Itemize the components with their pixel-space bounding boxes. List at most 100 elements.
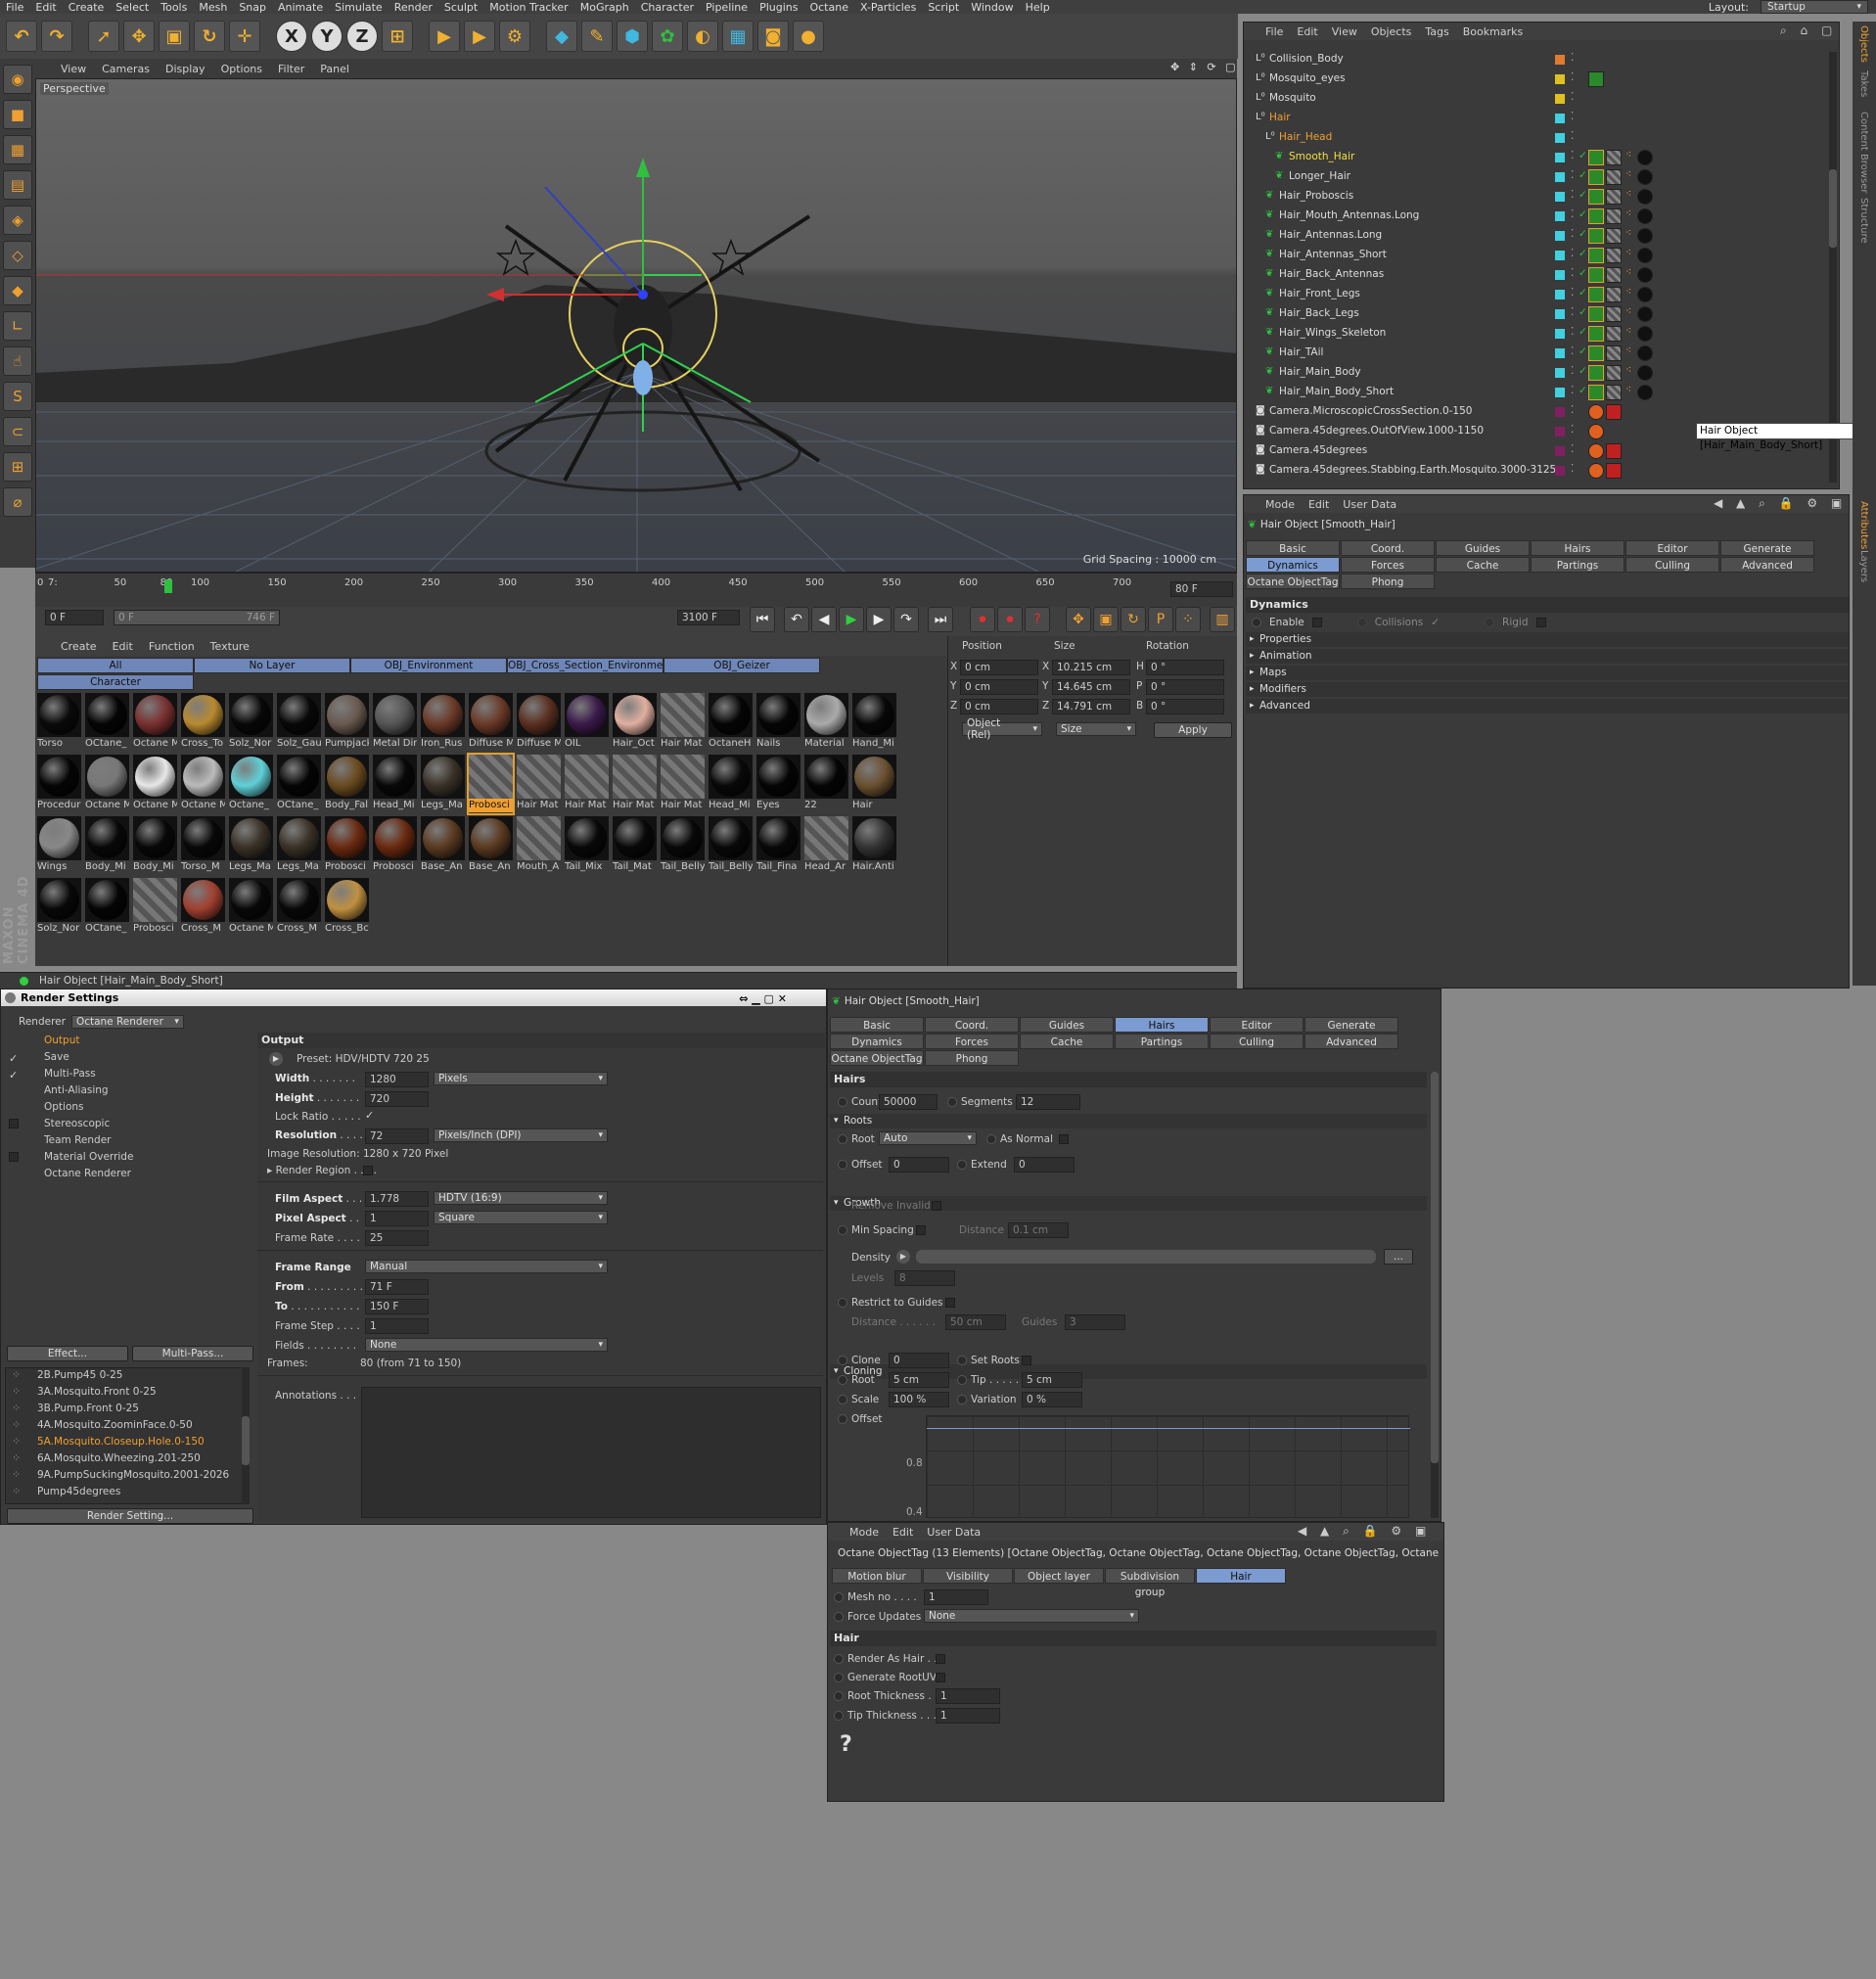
segments-radio[interactable]	[947, 1097, 957, 1107]
x-axis-icon[interactable]: X	[276, 21, 307, 52]
group-properties[interactable]: Properties	[1246, 632, 1849, 647]
material-swatch[interactable]: Octane M	[229, 878, 273, 937]
floor-icon[interactable]: ▦	[722, 21, 754, 52]
key-pla-icon[interactable]: ⁘	[1175, 607, 1201, 632]
root-dropdown[interactable]: Auto	[879, 1131, 977, 1145]
hair-guides-tag-icon[interactable]: ⁖	[1625, 286, 1631, 298]
restrict-checkbox[interactable]	[945, 1298, 955, 1308]
coord-size-dropdown[interactable]: Size	[1056, 722, 1136, 736]
variation-input[interactable]: 0 %	[1022, 1392, 1082, 1407]
hair-material-tag-icon[interactable]	[1606, 150, 1622, 165]
enabled-check-icon[interactable]: ✓	[1579, 385, 1587, 396]
material-swatch[interactable]: Probosci	[467, 753, 515, 815]
tip-thickness-input[interactable]: 1	[936, 1708, 1000, 1724]
material-swatch[interactable]: Head_Mi	[373, 755, 417, 813]
offset2-radio[interactable]	[838, 1414, 847, 1424]
attributes-menu-edit[interactable]: Edit	[1308, 498, 1329, 511]
object-row-hair-mouth-antennas-long[interactable]: ❦ Hair_Mouth_Antennas.Long ⁚ ✓ ⁖	[1244, 207, 1831, 225]
root-thickness-radio[interactable]	[834, 1691, 844, 1701]
menu-plugins[interactable]: Plugins	[754, 1, 803, 14]
material-swatch[interactable]: Probosci	[325, 816, 369, 875]
enabled-check-icon[interactable]: ✓	[1579, 208, 1587, 220]
hair-material-tag-icon[interactable]	[1606, 169, 1622, 185]
hair-guides-tag-icon[interactable]: ⁖	[1625, 188, 1631, 200]
material-menu-edit[interactable]: Edit	[113, 640, 133, 653]
viewport-menu-panel[interactable]: Panel	[320, 63, 349, 75]
object-menu-tags[interactable]: Tags	[1425, 25, 1448, 38]
octane-tag-icon[interactable]	[1588, 189, 1604, 205]
hair-material-tag-icon[interactable]	[1606, 189, 1622, 205]
scheme-icon[interactable]: ▥	[1210, 607, 1235, 632]
lock-workplane-icon[interactable]: ⊞	[3, 452, 32, 482]
offset-radio[interactable]	[838, 1160, 847, 1170]
visibility-dots-icon[interactable]: ⁚	[1571, 91, 1574, 103]
collisions-radio[interactable]	[1356, 618, 1367, 627]
segments-input[interactable]: 12	[1016, 1094, 1080, 1110]
go-to-start-icon[interactable]: ⏮	[750, 607, 775, 632]
group-advanced[interactable]: Advanced	[1246, 699, 1849, 713]
cloner-icon[interactable]: ✿	[652, 21, 683, 52]
render-preset-pump45degrees[interactable]: Pump45degrees	[37, 1486, 120, 1497]
visibility-dots-icon[interactable]: ⁚	[1571, 150, 1574, 161]
material-swatch[interactable]: Hair Mat	[517, 755, 561, 813]
material-swatch[interactable]: Solz_Gau	[277, 693, 321, 752]
visibility-dots-icon[interactable]: ⁚	[1571, 345, 1574, 357]
frame-step-input[interactable]: 1	[365, 1318, 429, 1334]
nav-save[interactable]: Save	[44, 1051, 69, 1063]
menu-motion-tracker[interactable]: Motion Tracker	[483, 1, 573, 14]
viewport-menu-display[interactable]: Display	[165, 63, 206, 75]
material-swatch[interactable]: Body_Mi	[85, 816, 129, 875]
octane-tag-icon[interactable]	[1588, 71, 1604, 87]
hair-guides-tag-icon[interactable]: ⁖	[1625, 149, 1631, 161]
z-axis-icon[interactable]: Z	[346, 21, 378, 52]
hair-material-tag-icon[interactable]	[1606, 248, 1622, 263]
keyframe-selection-icon[interactable]: ?	[1025, 607, 1050, 632]
material-swatch[interactable]: Octane M	[133, 755, 177, 813]
material-swatch[interactable]: Legs_Ma	[277, 816, 321, 875]
tab-basic[interactable]: Basic	[830, 1017, 924, 1033]
side-tab-content-browser[interactable]: Content Browser	[1858, 112, 1869, 193]
tab-object-layer[interactable]: Object layer	[1014, 1568, 1104, 1584]
octane-tag-menu-user-data[interactable]: User Data	[927, 1526, 981, 1539]
material-swatch[interactable]: Tail_Mix	[565, 816, 609, 875]
object-row-hair[interactable]: L⁰ Hair ⁚	[1244, 109, 1831, 127]
tab-cache[interactable]: Cache	[1020, 1034, 1114, 1049]
render-as-hair-checkbox[interactable]	[936, 1654, 945, 1664]
menu-tools[interactable]: Tools	[155, 1, 193, 14]
make-editable-icon[interactable]: ◉	[3, 65, 32, 94]
enabled-check-icon[interactable]: ✓	[1579, 169, 1587, 181]
min-frame-field[interactable]: 0 F	[45, 610, 104, 625]
render-setting-button[interactable]: Render Setting...	[7, 1508, 253, 1524]
generate-rootuv-checkbox[interactable]	[936, 1673, 945, 1682]
visibility-dots-icon[interactable]: ⁚	[1571, 52, 1574, 64]
to-input[interactable]: 150 F	[365, 1299, 429, 1314]
menu-character[interactable]: Character	[635, 1, 700, 14]
as-normal-radio[interactable]	[986, 1134, 996, 1144]
render-preset-9a-pumpsuckingmosquito-2001-2026[interactable]: 9A.PumpSuckingMosquito.2001-2026	[37, 1469, 229, 1481]
pixel-aspect-dropdown[interactable]: Square	[434, 1211, 608, 1224]
menu-x-particles[interactable]: X-Particles	[854, 1, 922, 14]
object-row-mosquito[interactable]: L⁰ Mosquito ⁚	[1244, 89, 1831, 108]
hair-render-tag-icon[interactable]	[1637, 208, 1653, 224]
timeline-ruler[interactable]: 0508010015020025030035040045050055060065…	[35, 573, 1237, 607]
preview-range-slider[interactable]: 0 F 746 F	[114, 610, 280, 625]
collisions-check-icon[interactable]: ✓	[1431, 617, 1440, 628]
subdivision-icon[interactable]: ⬢	[617, 21, 648, 52]
object-row-hair-back-antennas[interactable]: ❦ Hair_Back_Antennas ⁚ ✓ ⁖	[1244, 265, 1831, 284]
hair-render-tag-icon[interactable]	[1637, 365, 1653, 381]
object-menu-view[interactable]: View	[1332, 25, 1357, 38]
menu-mesh[interactable]: Mesh	[193, 1, 233, 14]
protection-tag-icon[interactable]	[1588, 463, 1604, 479]
octane-tag-icon[interactable]	[1588, 306, 1604, 322]
material-swatch[interactable]: Probosci	[133, 878, 177, 937]
redo-icon[interactable]: ↷	[41, 21, 72, 52]
visibility-dots-icon[interactable]: ⁚	[1571, 71, 1574, 83]
magnet-icon[interactable]: ⊂	[3, 417, 32, 446]
octane-tag-icon[interactable]	[1588, 287, 1604, 302]
hair-guides-tag-icon[interactable]: ⁖	[1625, 266, 1631, 278]
side-tab-objects[interactable]: Objects	[1858, 25, 1869, 63]
enabled-check-icon[interactable]: ✓	[1579, 345, 1587, 357]
nav-check-icon[interactable]: ✓	[9, 1069, 18, 1082]
tip-radio[interactable]	[957, 1375, 967, 1385]
material-layer-obj-cross-section-environment[interactable]: OBJ_Cross_Section_Environment	[507, 658, 673, 673]
